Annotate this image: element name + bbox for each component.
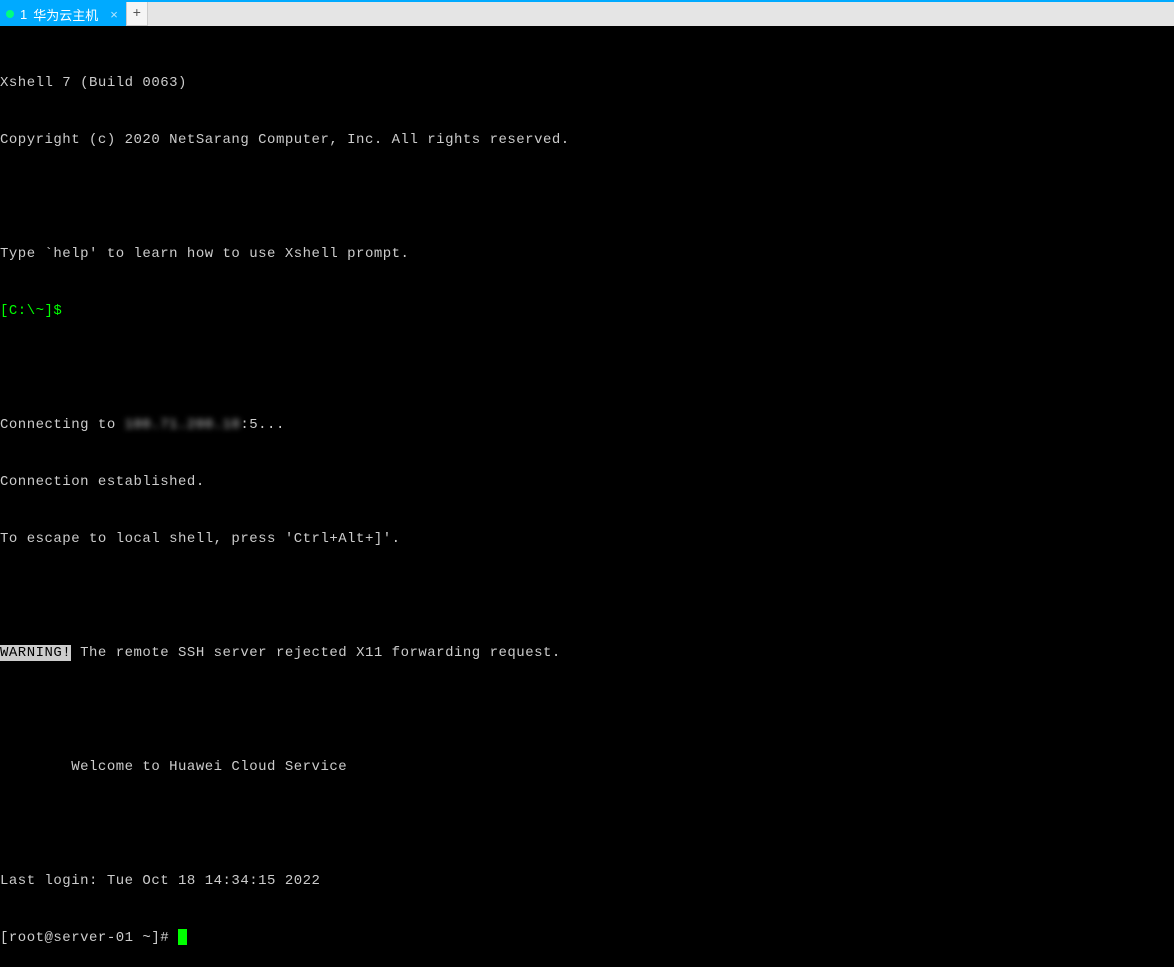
warning-text: The remote SSH server rejected X11 forwa… bbox=[71, 645, 561, 661]
connecting-prefix: Connecting to bbox=[0, 417, 125, 433]
copyright-line: Copyright (c) 2020 NetSarang Computer, I… bbox=[0, 131, 1174, 150]
plus-icon: + bbox=[133, 6, 141, 22]
tab-index: 1 bbox=[20, 7, 27, 22]
blank-line bbox=[0, 587, 1174, 606]
cursor-icon bbox=[178, 929, 187, 945]
connection-status-dot-icon bbox=[6, 10, 14, 18]
terminal-output[interactable]: Xshell 7 (Build 0063) Copyright (c) 2020… bbox=[0, 26, 1174, 967]
warning-label: WARNING! bbox=[0, 645, 71, 661]
established-line: Connection established. bbox=[0, 473, 1174, 492]
blank-line bbox=[0, 188, 1174, 207]
local-prompt: [C:\~]$ bbox=[0, 303, 71, 319]
root-prompt: [root@server-01 ~]# bbox=[0, 930, 178, 946]
close-tab-icon[interactable]: × bbox=[110, 7, 118, 22]
local-prompt-line: [C:\~]$ bbox=[0, 302, 1174, 321]
tab-label: 华为云主机 bbox=[33, 5, 98, 24]
escape-hint-line: To escape to local shell, press 'Ctrl+Al… bbox=[0, 530, 1174, 549]
app-version-line: Xshell 7 (Build 0063) bbox=[0, 74, 1174, 93]
obscured-host: 100.71.200.10 bbox=[125, 416, 241, 435]
warning-line: WARNING! The remote SSH server rejected … bbox=[0, 644, 1174, 663]
blank-line bbox=[0, 359, 1174, 378]
connecting-line: Connecting to 100.71.200.10:5... bbox=[0, 416, 1174, 435]
welcome-line: Welcome to Huawei Cloud Service bbox=[0, 758, 1174, 777]
last-login-line: Last login: Tue Oct 18 14:34:15 2022 bbox=[0, 872, 1174, 891]
blank-line bbox=[0, 815, 1174, 834]
connecting-suffix: :5... bbox=[240, 417, 285, 433]
help-hint-line: Type `help' to learn how to use Xshell p… bbox=[0, 245, 1174, 264]
tab-bar: 1 华为云主机 × + bbox=[0, 0, 1174, 26]
tab-active[interactable]: 1 华为云主机 × bbox=[0, 2, 126, 26]
blank-line bbox=[0, 701, 1174, 720]
add-tab-button[interactable]: + bbox=[126, 2, 148, 26]
root-prompt-line: [root@server-01 ~]# bbox=[0, 929, 1174, 948]
